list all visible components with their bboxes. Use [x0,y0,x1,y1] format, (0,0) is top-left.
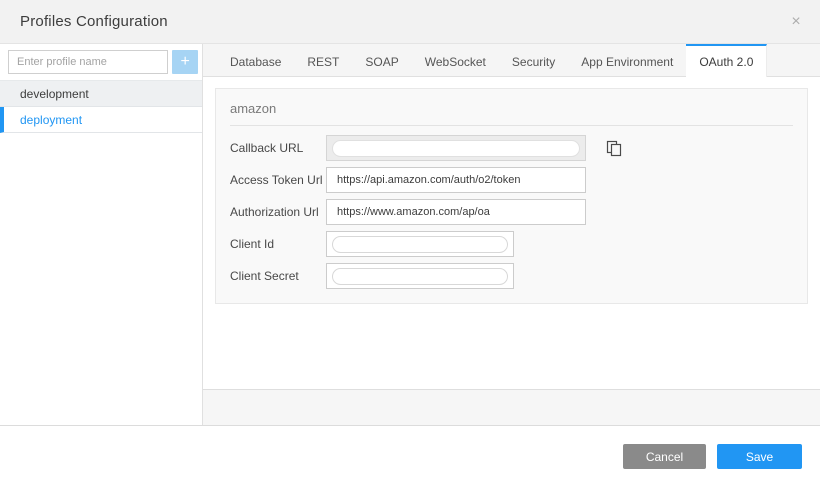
tab-label: App Environment [581,55,673,69]
callback-url-input [326,135,586,161]
field-row-client-id: Client Id [230,231,793,257]
redacted-value [332,268,508,285]
field-row-authorization-url: Authorization Url [230,199,793,225]
field-label: Authorization Url [230,205,326,219]
dialog-header: Profiles Configuration × [0,0,820,44]
content-footer-strip [203,389,820,425]
panel-section-title: amazon [230,101,793,116]
profile-list: development deployment [0,81,202,133]
access-token-url-input[interactable] [326,167,586,193]
dialog-footer: Cancel Save [0,425,820,484]
authorization-url-input[interactable] [326,199,586,225]
profile-name-input[interactable] [8,50,168,74]
tab-label: SOAP [365,55,398,69]
profile-add-row: + [0,44,202,81]
tab-soap[interactable]: SOAP [352,44,411,77]
tab-oauth-2-0[interactable]: OAuth 2.0 [686,44,767,77]
tab-label: Database [230,55,281,69]
tab-label: REST [307,55,339,69]
dialog-body: + development deployment Database REST S… [0,44,820,425]
redacted-value [332,140,580,157]
tab-database[interactable]: Database [217,44,294,77]
field-label: Callback URL [230,141,326,155]
panel-divider [230,125,793,126]
close-icon[interactable]: × [786,12,806,32]
tab-bar: Database REST SOAP WebSocket Security Ap… [203,44,820,77]
field-label: Client Secret [230,269,326,283]
client-secret-input[interactable] [326,263,514,289]
content-area: Database REST SOAP WebSocket Security Ap… [203,44,820,425]
field-row-callback-url: Callback URL [230,135,793,161]
profile-item-label: development [20,87,89,101]
profile-item-label: deployment [20,113,82,127]
tab-websocket[interactable]: WebSocket [412,44,499,77]
client-id-input[interactable] [326,231,514,257]
amazon-oauth-panel: amazon Callback URL [215,88,808,304]
save-button[interactable]: Save [717,444,802,469]
field-label: Client Id [230,237,326,251]
tab-label: OAuth 2.0 [699,55,753,69]
redacted-value [332,236,508,253]
copy-icon[interactable] [606,140,623,157]
tab-app-environment[interactable]: App Environment [568,44,686,77]
dialog-title: Profiles Configuration [20,13,168,30]
oauth-tab-content: amazon Callback URL [203,77,820,389]
field-row-client-secret: Client Secret [230,263,793,289]
tab-security[interactable]: Security [499,44,568,77]
field-row-access-token-url: Access Token Url [230,167,793,193]
tab-rest[interactable]: REST [294,44,352,77]
profiles-sidebar: + development deployment [0,44,203,425]
cancel-button[interactable]: Cancel [623,444,706,469]
add-profile-button[interactable]: + [172,50,198,74]
tab-label: WebSocket [425,55,486,69]
profile-item-development[interactable]: development [0,81,202,107]
tab-label: Security [512,55,555,69]
field-label: Access Token Url [230,173,326,187]
profiles-configuration-dialog: Profiles Configuration × + development d… [0,0,820,484]
profile-item-deployment[interactable]: deployment [0,107,202,133]
